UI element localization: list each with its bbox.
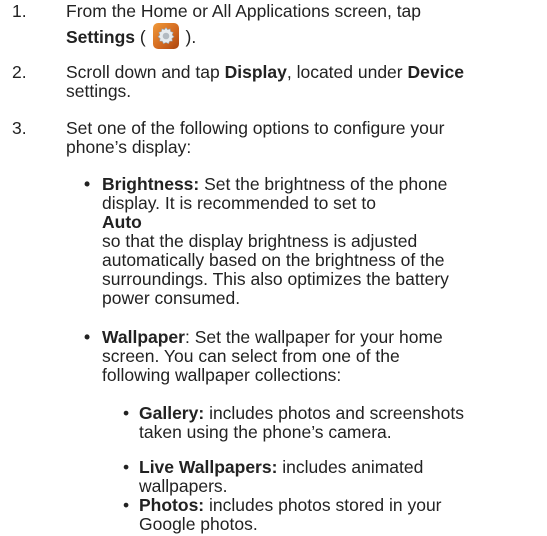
sub-bullet-text: Live Wallpapers: includes animated wallp… — [139, 458, 539, 496]
bullet-line: display. It is recommended to set to — [102, 193, 376, 213]
step-line: From the Home or All Applications screen… — [66, 1, 422, 21]
paren-close: ). — [185, 27, 197, 47]
step-line: settings. — [66, 81, 132, 101]
bullet-line: power consumed. — [102, 288, 241, 308]
bullet-line: surroundings. This also optimizes the ba… — [102, 269, 449, 289]
device-label: Device — [407, 62, 464, 82]
sub-bullet-line: Photos: includes photos stored in your — [139, 496, 539, 515]
sub-bullet-text: Photos: includes photos stored in your G… — [139, 496, 539, 534]
bullet-line-text: : Set the wallpaper for your home — [184, 327, 443, 347]
step-text: Scroll down and tap Display, located und… — [66, 63, 546, 101]
wallpaper-label: Wallpaper — [102, 327, 185, 347]
settings-label: Settings — [66, 27, 136, 47]
sub-bullet-line: Gallery: includes photos and screenshots — [139, 404, 539, 423]
sub-bullet-line-text: includes animated — [282, 457, 424, 477]
step-text: Set one of the following options to conf… — [66, 119, 546, 157]
bullet-line: Wallpaper: Set the wallpaper for your ho… — [102, 328, 542, 347]
step-line: Scroll down and tap Display, located und… — [66, 63, 546, 82]
sub-bullet-text: Gallery: includes photos and screenshots… — [139, 404, 539, 442]
paren-open: ( — [139, 27, 146, 47]
sub-bullet-line: wallpapers. — [139, 476, 228, 496]
sub-bullet-line-text: includes photos and screenshots — [209, 403, 464, 423]
sub-bullet-line: Google photos. — [139, 514, 258, 534]
brightness-label: Brightness: — [102, 174, 200, 194]
gallery-label: Gallery: — [139, 403, 205, 423]
bullet-line: automatically based on the brightness of… — [102, 250, 445, 270]
bullet-marker: • — [84, 174, 91, 194]
bullet-line: following wallpaper collections: — [102, 365, 342, 385]
step-line: phone’s display: — [66, 137, 192, 157]
sub-bullet-line: taken using the phone’s camera. — [139, 422, 392, 442]
step-number: 2. — [12, 62, 27, 82]
step-line: Settings ( ). — [66, 23, 546, 49]
photos-label: Photos: — [139, 495, 205, 515]
bullet-line: Brightness: Set the brightness of the ph… — [102, 175, 542, 194]
step-text: From the Home or All Applications screen… — [66, 2, 546, 49]
sub-bullet-marker: • — [123, 495, 130, 515]
live-wallpapers-label: Live Wallpapers: — [139, 457, 278, 477]
sub-bullet-marker: • — [123, 457, 130, 477]
settings-gear-icon — [152, 23, 179, 49]
bullet-line: so that the display brightness is adjust… — [102, 231, 418, 251]
step-number: 3. — [12, 118, 27, 138]
sub-bullet-line-text: includes photos stored in your — [209, 495, 442, 515]
bullet-marker: • — [84, 327, 91, 347]
bullet-text: Brightness: Set the brightness of the ph… — [102, 175, 542, 308]
step-number: 1. — [12, 1, 27, 21]
sub-bullet-line: Live Wallpapers: includes animated — [139, 458, 539, 477]
bullet-line-text: Set the brightness of the phone — [204, 174, 448, 194]
bullet-line: screen. You can select from one of the — [102, 346, 400, 366]
step-line: Set one of the following options to conf… — [66, 118, 445, 138]
step-line-text: Scroll down and tap — [66, 62, 220, 82]
bullet-line: Auto — [102, 213, 542, 232]
auto-label: Auto — [102, 212, 142, 232]
sub-bullet-marker: • — [123, 403, 130, 423]
bullet-text: Wallpaper: Set the wallpaper for your ho… — [102, 328, 542, 385]
display-label: Display — [224, 62, 287, 82]
step-line-text: , located under — [286, 62, 403, 82]
